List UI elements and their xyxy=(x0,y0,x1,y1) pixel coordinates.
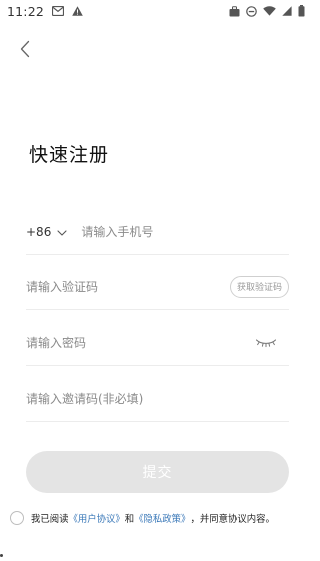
phone-input[interactable] xyxy=(81,216,289,247)
invite-code-row xyxy=(26,376,289,422)
user-agreement-link[interactable]: 《用户协议》 xyxy=(69,511,125,525)
password-row xyxy=(26,320,289,366)
status-right xyxy=(229,5,305,17)
agreement-line: 我已阅读 《用户协议》 和 《隐私政策》 ，并同意协议内容。 xyxy=(10,511,310,525)
chevron-left-icon xyxy=(20,40,30,62)
agreement-prefix: 我已阅读 xyxy=(31,514,69,525)
status-time: 11:22 xyxy=(7,3,45,19)
verification-code-input[interactable] xyxy=(26,271,230,302)
get-code-button[interactable]: 获取验证码 xyxy=(229,275,289,298)
mail-icon xyxy=(52,6,65,16)
invite-code-input[interactable] xyxy=(26,383,289,414)
battery-icon xyxy=(298,5,305,17)
agreement-suffix: ，并同意协议内容。 xyxy=(190,514,275,525)
page-title: 快速注册 xyxy=(29,144,110,166)
corner-dot xyxy=(0,554,3,557)
wifi-icon xyxy=(263,6,276,16)
cell-signal-icon xyxy=(282,6,292,16)
password-input[interactable] xyxy=(26,327,253,358)
status-bar: 11:22 xyxy=(0,0,315,22)
country-code-selector[interactable]: +86 xyxy=(26,225,67,239)
agreement-and: 和 xyxy=(124,514,135,525)
do-not-disturb-icon xyxy=(246,5,257,17)
submit-button[interactable]: 提交 xyxy=(26,451,289,493)
back-button[interactable] xyxy=(14,40,36,62)
chevron-down-icon xyxy=(57,225,67,239)
eye-closed-icon xyxy=(255,333,277,352)
country-code-label: +86 xyxy=(26,224,52,239)
agreement-checkbox[interactable] xyxy=(10,511,24,525)
password-visibility-toggle[interactable] xyxy=(253,335,279,351)
warning-icon xyxy=(72,6,83,16)
phone-row: +86 xyxy=(26,209,289,255)
briefcase-icon xyxy=(229,5,240,17)
status-left: 11:22 xyxy=(7,4,83,19)
verification-code-row: 获取验证码 xyxy=(26,264,289,310)
privacy-policy-link[interactable]: 《隐私政策》 xyxy=(134,511,190,525)
